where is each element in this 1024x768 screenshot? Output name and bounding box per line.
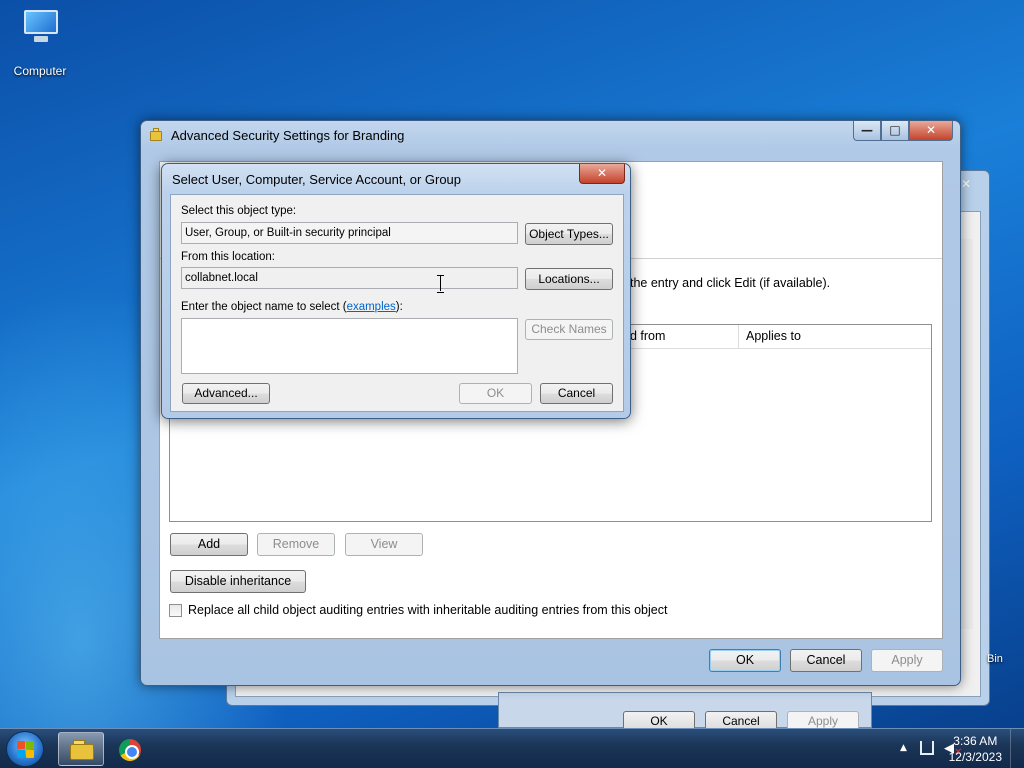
show-hidden-icons-icon[interactable]: ▲ (900, 743, 907, 753)
examples-link[interactable]: examples (347, 301, 396, 313)
instruction-text: the entry and click Edit (if available). (630, 276, 831, 290)
dialog-body: Select this object type: User, Group, or… (170, 194, 624, 412)
dialog-close-button[interactable]: ✕ (579, 164, 625, 184)
clock[interactable]: 3:36 AM 12/3/2023 (949, 733, 1002, 765)
close-button[interactable]: ✕ (909, 121, 953, 141)
network-icon[interactable] (920, 741, 934, 755)
location-field[interactable]: collabnet.local (181, 267, 518, 289)
cancel-button[interactable]: Cancel (790, 649, 862, 672)
location-label: From this location: (181, 251, 275, 263)
enter-name-label: Enter the object name to select (example… (181, 301, 403, 313)
taskbar: ▲ ◀ ✕ 3:36 AM 12/3/2023 (0, 728, 1024, 768)
windows-logo-icon (17, 741, 35, 759)
object-name-input[interactable] (181, 318, 518, 374)
desktop-icon-computer[interactable]: Computer (8, 8, 72, 78)
background-window-footer: OK Cancel Apply (498, 692, 872, 728)
dialog-title: Select User, Computer, Service Account, … (172, 172, 462, 187)
check-names-button[interactable]: Check Names (525, 319, 613, 340)
back-cancel-button[interactable]: Cancel (705, 711, 777, 728)
computer-icon (18, 8, 62, 44)
start-button[interactable] (6, 731, 44, 767)
desktop: Computer ✕ Bin OK Cancel Apply Advanced … (0, 0, 1024, 728)
maximize-button[interactable]: □ (881, 121, 909, 141)
advanced-button[interactable]: Advanced... (182, 383, 270, 404)
replace-child-label[interactable]: Replace all child object auditing entrie… (188, 603, 667, 617)
back-ok-button[interactable]: OK (623, 711, 695, 728)
folder-icon (70, 740, 94, 760)
object-type-label: Select this object type: (181, 205, 297, 217)
locations-button[interactable]: Locations... (525, 268, 613, 290)
close-icon[interactable]: ✕ (961, 177, 971, 191)
chrome-icon (119, 739, 141, 761)
disable-inheritance-button[interactable]: Disable inheritance (170, 570, 306, 593)
apply-button[interactable]: Apply (871, 649, 943, 672)
dialog-ok-button[interactable]: OK (459, 383, 532, 404)
column-inherited-from[interactable]: d from (630, 329, 665, 343)
taskbar-explorer[interactable] (58, 732, 104, 766)
ok-button[interactable]: OK (709, 649, 781, 672)
object-type-field: User, Group, or Built-in security princi… (181, 222, 518, 244)
desktop-icon-label: Computer (13, 64, 67, 78)
recycle-bin-label[interactable]: Bin (987, 653, 1003, 665)
replace-child-checkbox[interactable] (169, 604, 182, 617)
select-user-dialog: Select User, Computer, Service Account, … (161, 163, 631, 419)
window-title: Advanced Security Settings for Branding (171, 128, 405, 143)
minimize-button[interactable]: — (853, 121, 881, 141)
clock-time: 3:36 AM (953, 734, 998, 748)
view-button[interactable]: View (345, 533, 423, 556)
clock-date: 12/3/2023 (948, 750, 1002, 764)
back-apply-button[interactable]: Apply (787, 711, 859, 728)
text-cursor-icon (437, 275, 445, 293)
folder-icon (150, 128, 163, 142)
show-desktop-button[interactable] (1010, 729, 1024, 768)
taskbar-chrome[interactable] (106, 732, 152, 766)
dialog-cancel-button[interactable]: Cancel (540, 383, 613, 404)
add-button[interactable]: Add (170, 533, 248, 556)
column-applies-to[interactable]: Applies to (746, 329, 801, 343)
remove-button[interactable]: Remove (257, 533, 335, 556)
object-types-button[interactable]: Object Types... (525, 223, 613, 245)
